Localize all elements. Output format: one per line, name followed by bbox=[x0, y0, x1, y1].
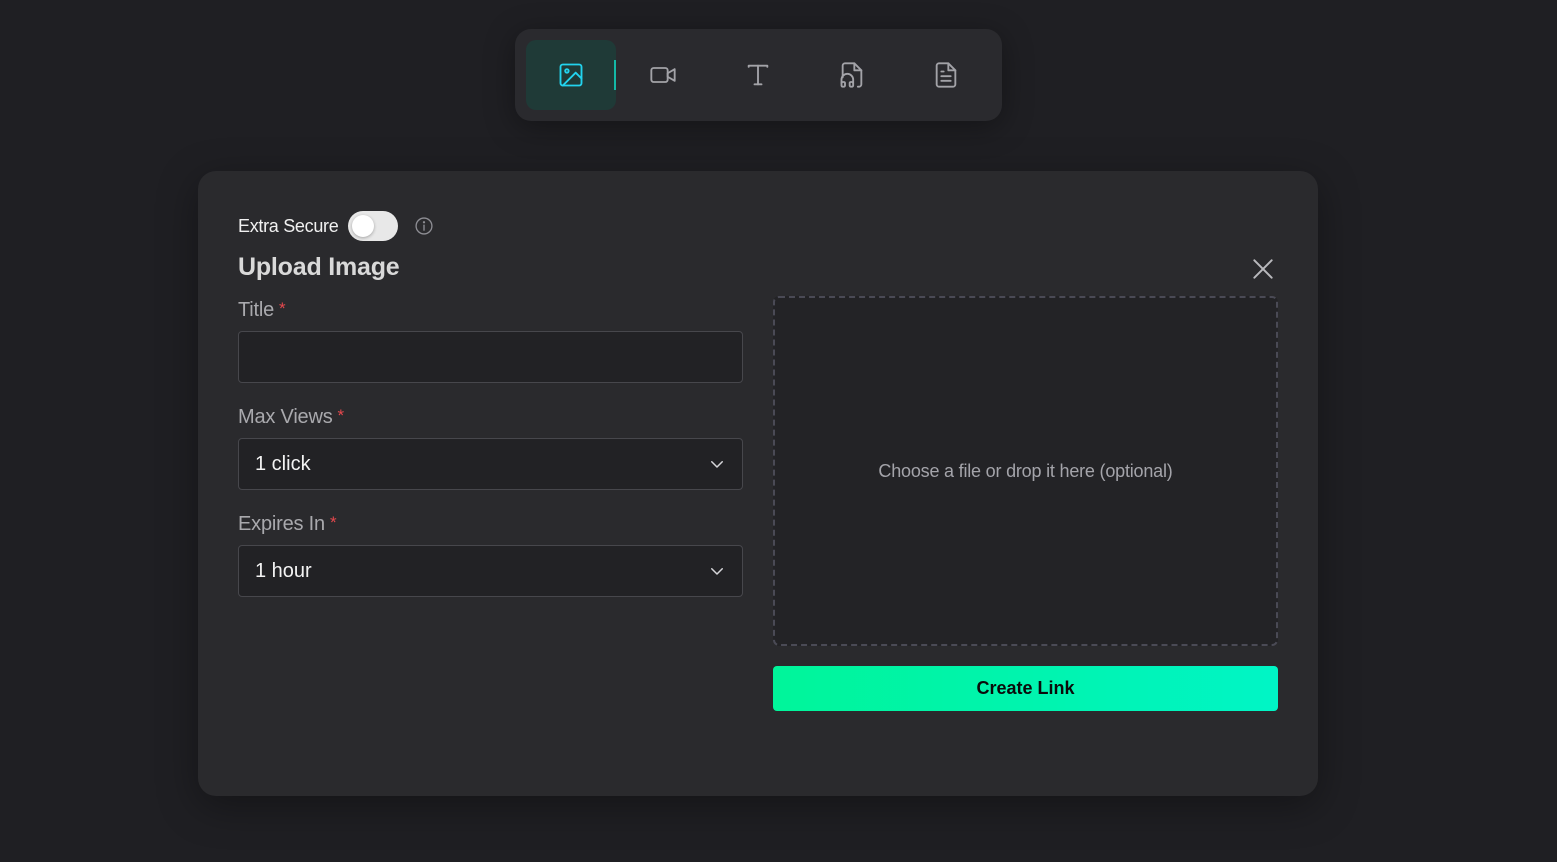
max-views-label: Max Views * bbox=[238, 406, 344, 429]
document-tab[interactable] bbox=[901, 40, 991, 110]
create-link-button[interactable]: Create Link bbox=[773, 666, 1278, 711]
text-tab[interactable] bbox=[713, 40, 803, 110]
audio-tab[interactable] bbox=[807, 40, 897, 110]
image-tab[interactable] bbox=[526, 40, 616, 110]
image-icon bbox=[559, 63, 583, 87]
extra-secure-toggle[interactable] bbox=[348, 211, 399, 241]
text-icon bbox=[747, 64, 769, 86]
max-views-label-text: Max Views bbox=[238, 406, 333, 428]
title-label: Title * bbox=[238, 299, 286, 322]
extra-secure-label: Extra Secure bbox=[238, 215, 339, 236]
upload-card: Extra Secure Upload Image Title * Max Vie… bbox=[198, 171, 1318, 796]
document-icon bbox=[935, 62, 957, 88]
dropzone-text: Choose a file or drop it here (optional) bbox=[878, 460, 1173, 481]
required-mark: * bbox=[337, 406, 345, 425]
required-mark: * bbox=[329, 513, 337, 532]
required-mark: * bbox=[279, 299, 286, 318]
expires-label-text: Expires In bbox=[238, 513, 325, 535]
toggle-knob bbox=[352, 215, 375, 237]
max-views-select[interactable]: 1 click bbox=[238, 438, 743, 490]
content-type-toolbar bbox=[515, 29, 1002, 121]
audio-file-icon bbox=[840, 62, 863, 88]
max-views-value: 1 click bbox=[255, 452, 311, 475]
close-button[interactable] bbox=[1250, 256, 1276, 282]
title-input[interactable] bbox=[238, 331, 743, 383]
file-dropzone[interactable]: Choose a file or drop it here (optional) bbox=[773, 296, 1278, 646]
expires-value: 1 hour bbox=[255, 559, 312, 582]
title-label-text: Title bbox=[238, 299, 275, 321]
extra-secure-row: Extra Secure bbox=[238, 211, 434, 241]
chevron-down-icon bbox=[711, 568, 723, 575]
expires-select[interactable]: 1 hour bbox=[238, 545, 743, 597]
close-icon bbox=[1253, 259, 1273, 279]
video-tab[interactable] bbox=[618, 40, 708, 110]
chevron-down-icon bbox=[711, 461, 723, 468]
video-icon bbox=[650, 67, 676, 83]
expires-label: Expires In * bbox=[238, 513, 337, 536]
info-icon[interactable] bbox=[414, 216, 434, 236]
page-title: Upload Image bbox=[238, 253, 400, 281]
